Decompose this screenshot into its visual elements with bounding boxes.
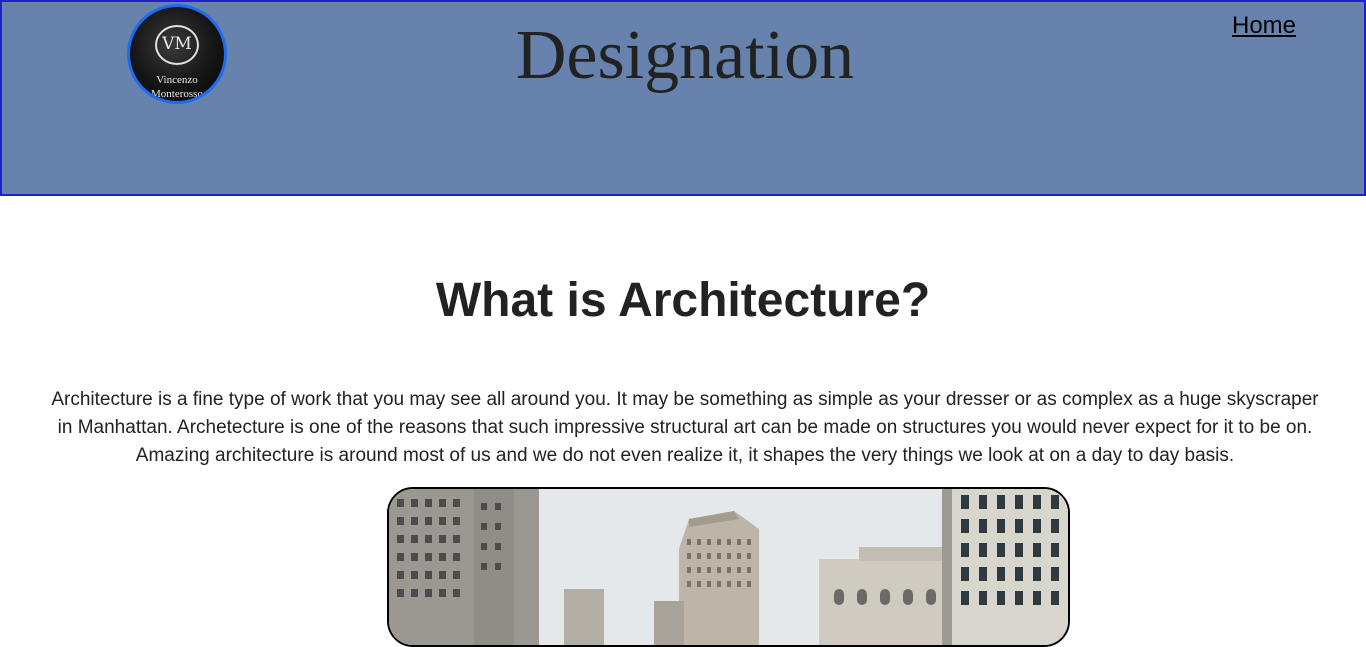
intro-line-3: Amazing architecture is around most of u… (135, 445, 1235, 466)
site-title: Designation (515, 17, 855, 94)
architecture-photo (387, 487, 1070, 647)
intro-line-1: Architecture is a fine type of work that… (51, 389, 1319, 410)
intro-line-2: in Manhattan. Archetecture is one of the… (57, 417, 1313, 438)
buildings-illustration (389, 489, 1068, 645)
nav-home-link[interactable]: Home (1232, 11, 1296, 41)
section-heading: What is Architecture? (435, 274, 931, 327)
intro-paragraph: Architecture is a fine type of work that… (40, 386, 1330, 470)
site-header: VM Vincenzo Monterosso Designation Home (0, 0, 1366, 196)
